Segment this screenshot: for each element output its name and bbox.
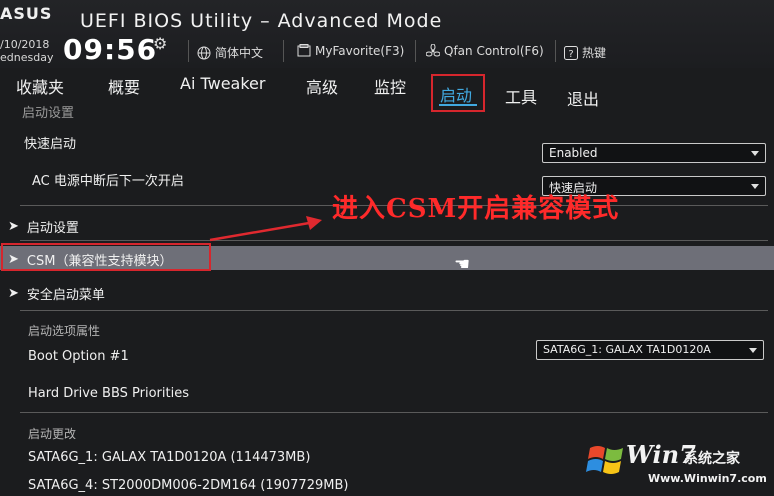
- fast-boot-label: 快速启动: [24, 137, 77, 152]
- tab-ai-tweaker[interactable]: Ai Tweaker: [180, 74, 265, 93]
- favorite-icon: [297, 44, 311, 57]
- tab-favorites[interactable]: 收藏夹: [16, 74, 64, 98]
- hand-cursor-icon: ☚: [454, 254, 471, 275]
- qfan-button[interactable]: Qfan Control(F6): [426, 44, 544, 58]
- tab-tool[interactable]: 工具: [505, 84, 537, 108]
- boot-override-item[interactable]: SATA6G_1: GALAX TA1D0120A (114473MB): [28, 450, 310, 465]
- boot-option1-label: Boot Option #1: [28, 349, 129, 364]
- header-divider: [188, 40, 189, 62]
- annotation-arrow: [209, 216, 322, 242]
- divider: [20, 412, 768, 413]
- boot-override-heading: 启动更改: [28, 427, 77, 441]
- secure-boot-submenu[interactable]: ➤ 安全启动菜单: [8, 284, 105, 303]
- chevron-down-icon: [751, 151, 759, 156]
- secure-boot-label: 安全启动菜单: [26, 288, 105, 303]
- chevron-down-icon: [751, 184, 759, 189]
- window-title: UEFI BIOS Utility – Advanced Mode: [80, 10, 443, 32]
- tab-advanced[interactable]: 高级: [306, 74, 338, 98]
- header-divider: [555, 40, 556, 62]
- header-divider: [283, 40, 284, 62]
- asus-logo: ASUS: [0, 4, 53, 23]
- language-label: 简体中文: [215, 46, 264, 60]
- boot-tab-highlight-box: [431, 74, 485, 112]
- fast-boot-value: Enabled: [549, 146, 598, 160]
- myfavorite-label: MyFavorite(F3): [315, 44, 405, 58]
- chevron-down-icon: [749, 348, 757, 353]
- hotkeys-label: 热键: [582, 46, 607, 60]
- boot-override-item[interactable]: SATA6G_4: ST2000DM006-2DM164 (1907729MB): [28, 478, 348, 493]
- tab-main[interactable]: 概要: [108, 74, 140, 98]
- windows-logo-icon: [586, 446, 623, 474]
- chevron-right-icon: ➤: [8, 286, 19, 301]
- csm-highlight-box: [1, 243, 211, 271]
- clock-display: 09:56: [63, 33, 158, 66]
- fan-icon: [426, 44, 440, 57]
- help-icon: ?: [564, 45, 578, 60]
- watermark-brand-cn: 系统之家: [684, 451, 740, 467]
- svg-text:?: ?: [568, 49, 573, 60]
- date-text: /10/2018: [0, 38, 50, 51]
- language-button[interactable]: 简体中文: [197, 44, 263, 61]
- boot-config-label: 启动设置: [26, 221, 79, 236]
- breadcrumb: 启动设置: [22, 106, 75, 121]
- tab-exit[interactable]: 退出: [567, 86, 599, 110]
- globe-icon: [197, 46, 211, 59]
- header-divider: [415, 40, 416, 62]
- gear-icon[interactable]: ⚙: [153, 34, 167, 53]
- chevron-right-icon: ➤: [8, 219, 19, 234]
- qfan-label: Qfan Control(F6): [444, 44, 544, 58]
- watermark-url: Www.Winwin7.com: [648, 472, 767, 485]
- weekday-text: ednesday: [0, 51, 54, 64]
- annotation-text: 进入CSM开启兼容模式: [332, 194, 620, 224]
- boot-option1-select[interactable]: SATA6G_1: GALAX TA1D0120A: [536, 340, 764, 360]
- tab-monitor[interactable]: 监控: [374, 74, 406, 98]
- hotkeys-button[interactable]: ? 热键: [564, 44, 606, 61]
- ac-power-label: AC 电源中断后下一次开启: [32, 174, 184, 189]
- boot-config-submenu[interactable]: ➤ 启动设置: [8, 217, 79, 236]
- hdd-bbs-priorities[interactable]: Hard Drive BBS Priorities: [28, 386, 189, 401]
- fast-boot-select[interactable]: Enabled: [542, 143, 766, 163]
- date-display: /10/2018 ednesday: [0, 38, 53, 64]
- divider: [20, 310, 768, 311]
- boot-option1-value: SATA6G_1: GALAX TA1D0120A: [543, 343, 711, 356]
- divider: [20, 240, 768, 241]
- boot-option-priorities-heading: 启动选项属性: [28, 324, 101, 338]
- myfavorite-button[interactable]: MyFavorite(F3): [297, 44, 404, 58]
